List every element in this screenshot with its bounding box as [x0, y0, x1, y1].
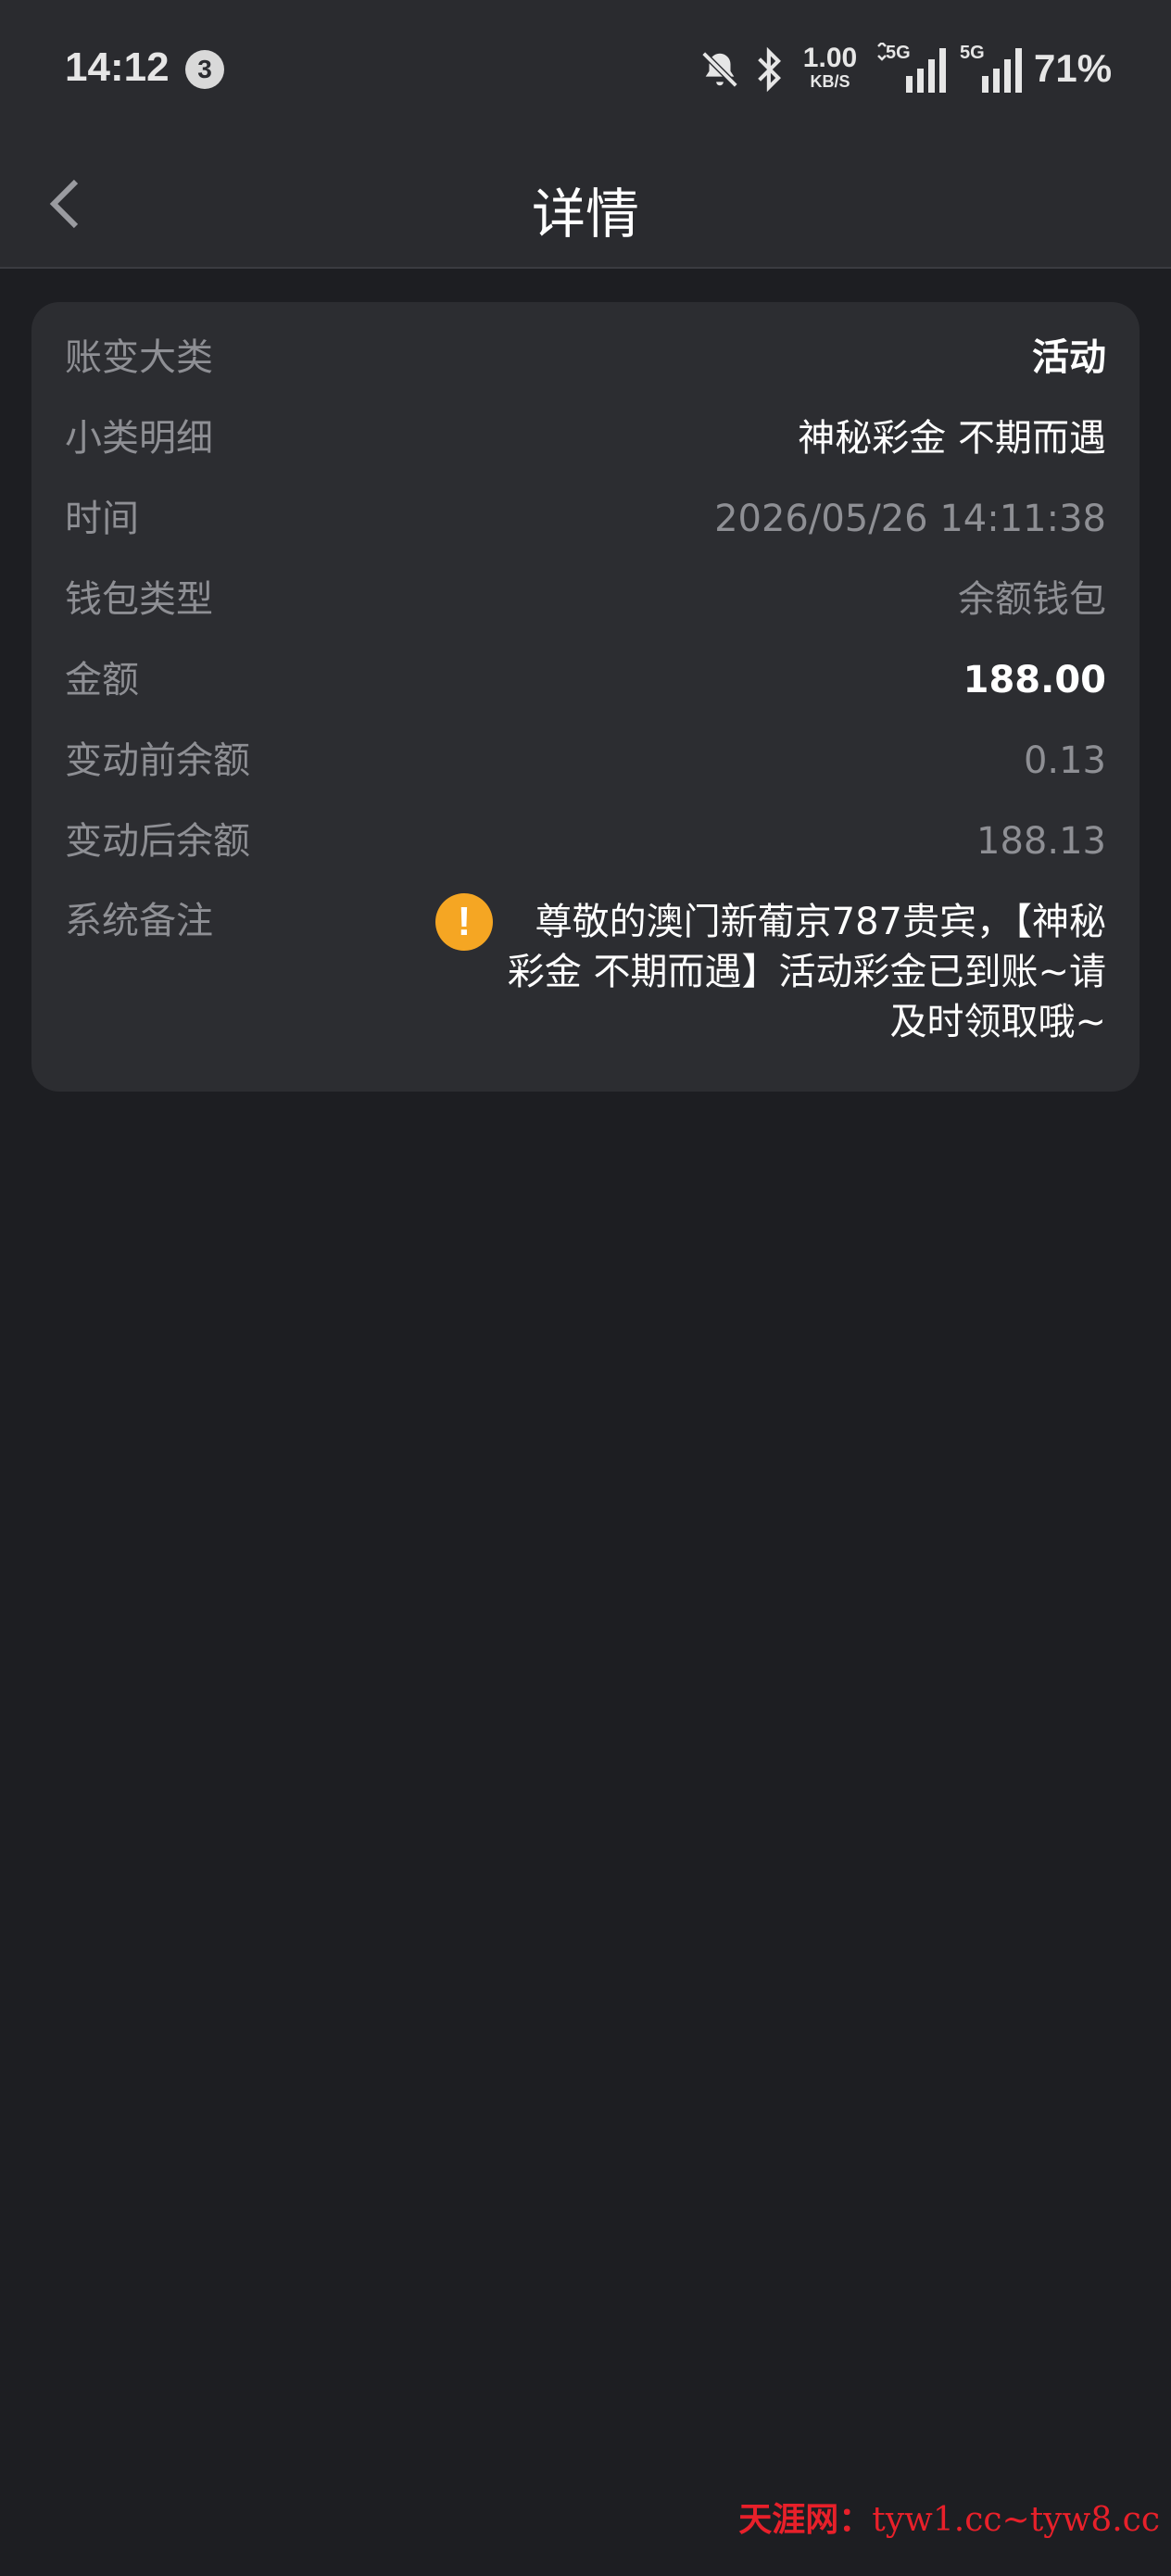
notification-count-badge: 3 — [185, 50, 224, 89]
detail-label: 变动前余额 — [65, 739, 250, 782]
network-speed-value: 1.00 — [802, 43, 858, 73]
detail-value: 神秘彩金 不期而遇 — [798, 417, 1106, 460]
detail-row-balance-before: 变动前余额 0.13 — [65, 733, 1106, 789]
bell-muted-icon — [701, 51, 738, 88]
detail-label: 金额 — [65, 659, 139, 701]
sim1-signal: 5G — [875, 43, 949, 95]
network-speed: 1.00 KB/S — [797, 43, 863, 92]
watermark-site: 天涯网： — [738, 2500, 873, 2539]
status-bar: 14:12 3 1.00 KB/S 5G 5G 71% — [0, 0, 1171, 139]
status-icons: 1.00 KB/S 5G 5G 71% — [699, 43, 1112, 96]
detail-label: 变动后余额 — [65, 820, 250, 863]
system-remark-text: 尊敬的澳门新葡京787贵宾，【神秘彩金 不期而遇】活动彩金已到账~请及时领取哦~ — [507, 901, 1106, 1043]
detail-row-subcategory: 小类明细 神秘彩金 不期而遇 — [65, 410, 1106, 466]
detail-label: 小类明细 — [65, 417, 213, 460]
detail-label: 账变大类 — [65, 336, 213, 379]
detail-label: 时间 — [65, 498, 139, 540]
nav-bar: 详情 — [0, 139, 1171, 269]
bluetooth-icon — [758, 46, 781, 93]
detail-card: 账变大类 活动 小类明细 神秘彩金 不期而遇 时间 2026/05/26 14:… — [31, 302, 1140, 1092]
status-time: 14:12 — [65, 44, 170, 90]
detail-row-wallet-type: 钱包类型 余额钱包 — [65, 572, 1106, 627]
watermark: 天涯网：tyw1.cc~tyw8.cc — [738, 2493, 1160, 2539]
detail-value: 余额钱包 — [958, 578, 1106, 621]
signal-icon — [982, 48, 1022, 93]
detail-row-balance-after: 变动后余额 188.13 — [65, 814, 1106, 869]
detail-value: 188.13 — [976, 820, 1106, 863]
page-title: 详情 — [531, 183, 639, 246]
detail-value: 188.00 — [963, 659, 1106, 701]
detail-value: 0.13 — [1023, 739, 1106, 782]
battery-percentage: 71% — [1034, 46, 1113, 90]
detail-row-time: 时间 2026/05/26 14:11:38 — [65, 491, 1106, 547]
detail-label: 系统备注 — [65, 900, 213, 942]
sim2-signal: 5G — [960, 43, 1025, 95]
exclamation-icon: ! — [435, 893, 493, 951]
detail-value: 活动 — [1032, 336, 1106, 379]
detail-row-category: 账变大类 活动 — [65, 330, 1106, 385]
signal-icon — [877, 43, 946, 93]
watermark-url: tyw1.cc~tyw8.cc — [872, 2501, 1160, 2539]
detail-value: 2026/05/26 14:11:38 — [714, 498, 1106, 540]
detail-row-system-remark: 系统备注 ! 尊敬的澳门新葡京787贵宾，【神秘彩金 不期而遇】活动彩金已到账~… — [65, 893, 1106, 1060]
detail-label: 钱包类型 — [65, 578, 213, 621]
network-speed-unit: KB/S — [810, 72, 850, 91]
detail-row-amount: 金额 188.00 — [65, 652, 1106, 708]
